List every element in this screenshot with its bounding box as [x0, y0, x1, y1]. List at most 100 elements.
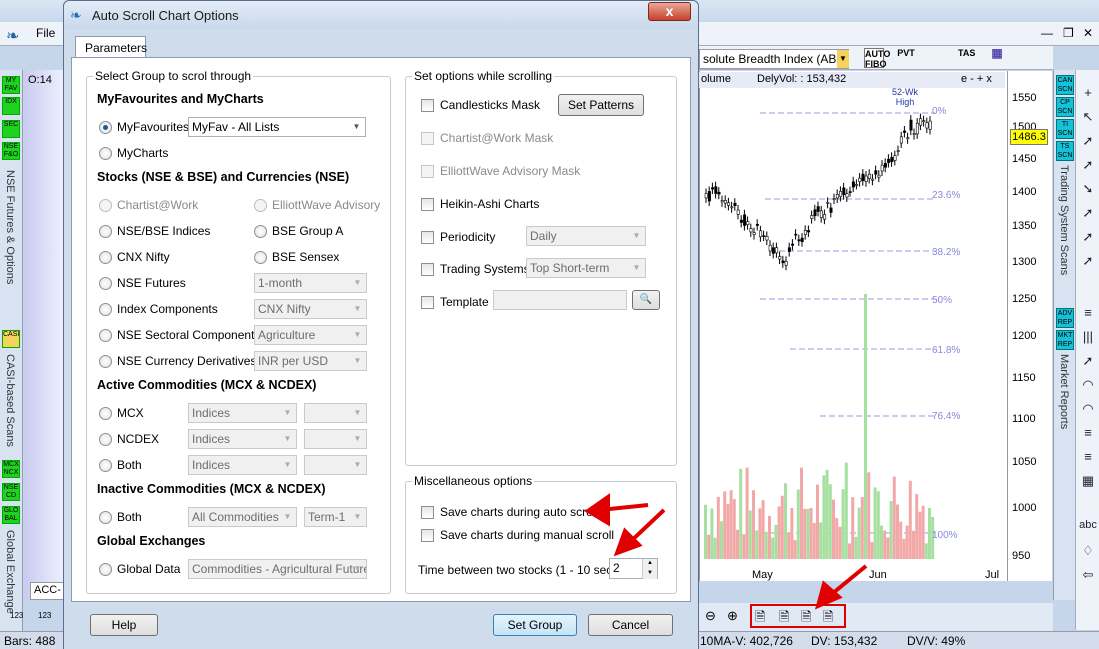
- cnx-nifty-radio[interactable]: [99, 251, 112, 264]
- save-manual-scroll-label[interactable]: Save charts during manual scroll: [440, 528, 614, 542]
- time-between-stepper[interactable]: 2 ▲ ▼: [609, 558, 658, 579]
- bse-sensex-label[interactable]: BSE Sensex: [272, 250, 339, 264]
- adv-rep-button[interactable]: ADV REP: [1056, 308, 1074, 328]
- both-inactive-label[interactable]: Both: [117, 510, 142, 524]
- mcx-radio[interactable]: [99, 407, 112, 420]
- index-components-radio[interactable]: [99, 303, 112, 316]
- mcx-sub-select[interactable]: ▼: [304, 403, 367, 423]
- gann-icon[interactable]: ≡: [1079, 448, 1097, 466]
- mycharts-radio[interactable]: [99, 147, 112, 160]
- save-manual-scroll-checkbox[interactable]: [421, 529, 434, 542]
- idx-button[interactable]: IDX: [2, 97, 20, 115]
- save-auto-scroll-checkbox[interactable]: [421, 506, 434, 519]
- nse-fo-button[interactable]: NSE F&O: [2, 142, 20, 160]
- mkt-rep-button[interactable]: MKT REP: [1056, 330, 1074, 350]
- nse-futures-radio[interactable]: [99, 277, 112, 290]
- chartist-mask-label[interactable]: Chartist@Work Mask: [440, 131, 553, 145]
- cp-scn-button[interactable]: CP SCN: [1056, 97, 1074, 117]
- both-list-select[interactable]: Indices ▼: [188, 455, 297, 475]
- casi-scans-label[interactable]: CASI-based Scans: [4, 354, 16, 447]
- cnx-nifty-label[interactable]: CNX Nifty: [117, 250, 170, 264]
- ncdex-radio[interactable]: [99, 433, 112, 446]
- nse-bse-indices-label[interactable]: NSE/BSE Indices: [117, 224, 210, 238]
- template-input[interactable]: [493, 290, 627, 310]
- elliottwave-label[interactable]: ElliottWave Advisory: [272, 198, 380, 212]
- close-icon[interactable]: ✕: [1083, 26, 1093, 40]
- nse-cd-button[interactable]: NSE CD: [2, 483, 20, 501]
- diamond-icon[interactable]: ♢: [1079, 542, 1097, 560]
- pvt-icon[interactable]: PVT: [896, 48, 916, 68]
- ts-scn-button[interactable]: TS SCN: [1056, 141, 1074, 161]
- nse-sectoral-label[interactable]: NSE Sectoral Components: [117, 328, 260, 342]
- heikin-ashi-checkbox[interactable]: [421, 198, 434, 211]
- fib-arc-icon[interactable]: ◠: [1079, 400, 1097, 418]
- can-scn-button[interactable]: CAN SCN: [1056, 75, 1074, 95]
- set-group-button[interactable]: Set Group: [493, 614, 577, 636]
- currency-select[interactable]: INR per USD ▼: [254, 351, 367, 371]
- chart-controls[interactable]: e - + x: [961, 73, 992, 85]
- trading-systems-select[interactable]: Top Short-term ▼: [526, 258, 646, 278]
- both-inactive-radio[interactable]: [99, 511, 112, 524]
- chart-tab[interactable]: ACC-: [30, 582, 64, 600]
- heikin-ashi-label[interactable]: Heikin-Ashi Charts: [440, 197, 539, 211]
- browse-template-icon[interactable]: 🔍: [632, 290, 660, 310]
- sector-select[interactable]: Agriculture ▼: [254, 325, 367, 345]
- hline-icon[interactable]: ≡: [1079, 304, 1097, 322]
- ti-scn-button[interactable]: TI SCN: [1056, 119, 1074, 139]
- set-patterns-button[interactable]: Set Patterns: [558, 94, 644, 116]
- channel-icon[interactable]: ➚: [1079, 228, 1097, 246]
- futures-period-select[interactable]: 1-month ▼: [254, 273, 367, 293]
- fan-icon[interactable]: ➚: [1079, 352, 1097, 370]
- menu-file[interactable]: File: [36, 26, 55, 40]
- sell-signal-icon[interactable]: ➘: [1079, 180, 1097, 198]
- myfavourites-radio[interactable]: [99, 121, 112, 134]
- crosshair-icon[interactable]: +: [1079, 84, 1097, 102]
- index-components-label[interactable]: Index Components: [117, 302, 218, 316]
- ncdex-sub-select[interactable]: ▼: [304, 429, 367, 449]
- index-components-select[interactable]: CNX Nifty ▼: [254, 299, 367, 319]
- spin-up-icon[interactable]: ▲: [642, 559, 657, 569]
- help-button[interactable]: Help: [90, 614, 158, 636]
- both-active-radio[interactable]: [99, 459, 112, 472]
- candlesticks-mask-label[interactable]: Candlesticks Mask: [440, 98, 540, 112]
- global-list-select[interactable]: Commodities - Agricultural Futures ▼: [188, 559, 367, 579]
- trading-system-scans-label[interactable]: Trading System Scans: [1058, 165, 1070, 275]
- nse-currency-radio[interactable]: [99, 355, 112, 368]
- tas-icon[interactable]: TAS: [958, 48, 975, 68]
- bse-group-a-radio[interactable]: [254, 225, 267, 238]
- arc-icon[interactable]: ◠: [1079, 376, 1097, 394]
- close-button[interactable]: x: [648, 2, 691, 21]
- measure-icon[interactable]: ➚: [1079, 252, 1097, 270]
- inactive-list-select[interactable]: All Commodities ▼: [188, 507, 297, 527]
- sec-button[interactable]: SEC: [2, 120, 20, 138]
- myfav-button[interactable]: MY FAV: [2, 76, 20, 94]
- cancel-button[interactable]: Cancel: [588, 614, 673, 636]
- global-data-radio[interactable]: [99, 563, 112, 576]
- save-auto-scroll-label[interactable]: Save charts during auto scroll: [440, 505, 598, 519]
- template-checkbox[interactable]: [421, 296, 434, 309]
- elliottwave-radio[interactable]: [254, 199, 267, 212]
- cursor-icon[interactable]: ↖: [1079, 108, 1097, 126]
- chevron-down-icon[interactable]: ▼: [837, 50, 849, 68]
- myfav-list-select[interactable]: MyFav - All Lists ▼: [188, 117, 366, 137]
- trendline-icon[interactable]: ➚: [1079, 132, 1097, 150]
- tab-parameters[interactable]: Parameters: [75, 36, 147, 58]
- bse-group-a-label[interactable]: BSE Group A: [272, 224, 343, 238]
- nse-bse-indices-radio[interactable]: [99, 225, 112, 238]
- auto-fibo-icon[interactable]: AUTO FIBO: [864, 48, 890, 69]
- grid-icon[interactable]: ▦: [1079, 472, 1097, 490]
- text-abc-icon[interactable]: abc: [1079, 516, 1097, 534]
- casi-button[interactable]: CASI: [2, 330, 20, 348]
- vline-icon[interactable]: |||: [1079, 328, 1097, 346]
- nse-sectoral-radio[interactable]: [99, 329, 112, 342]
- ray-icon[interactable]: ➚: [1079, 204, 1097, 222]
- bse-sensex-radio[interactable]: [254, 251, 267, 264]
- ncdex-list-select[interactable]: Indices ▼: [188, 429, 297, 449]
- nse-futures-label[interactable]: NSE Futures: [117, 276, 186, 290]
- market-reports-label[interactable]: Market Reports: [1058, 354, 1070, 429]
- arrow-left-icon[interactable]: ⇦: [1079, 566, 1097, 584]
- zoom-in-icon[interactable]: ⊕: [727, 608, 738, 624]
- mcx-ncx-button[interactable]: MCX NCX: [2, 460, 20, 478]
- candlesticks-mask-checkbox[interactable]: [421, 99, 434, 112]
- myfavourites-label[interactable]: MyFavourites: [117, 120, 189, 134]
